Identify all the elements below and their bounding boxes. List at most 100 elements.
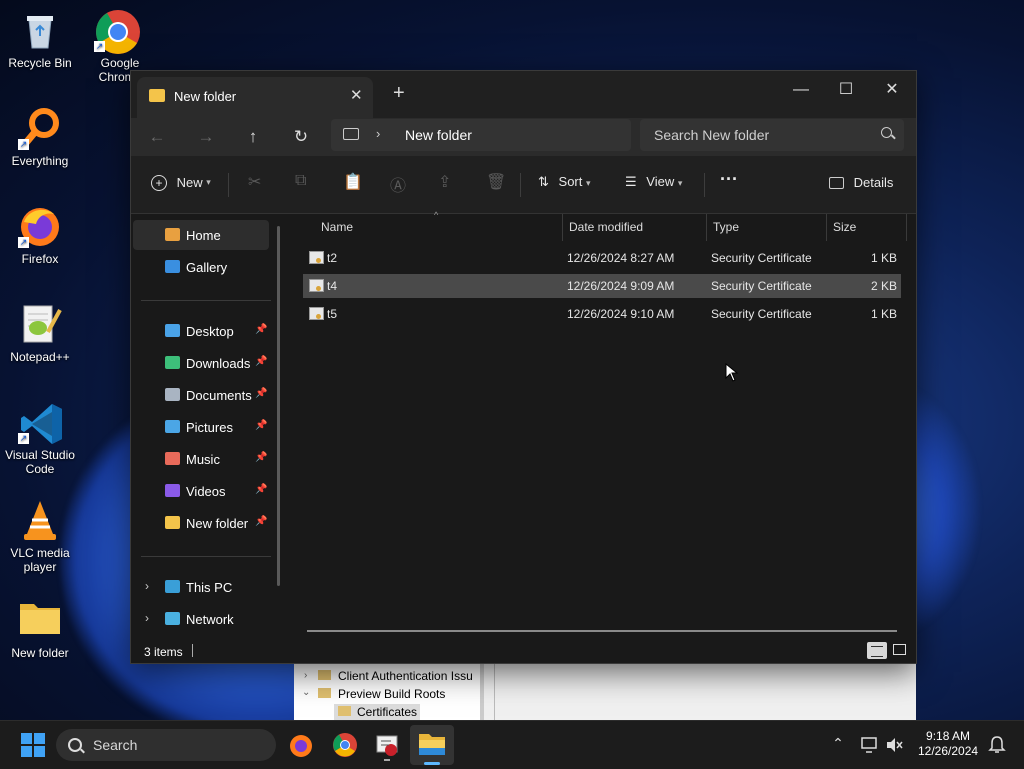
- start-button[interactable]: [17, 729, 49, 761]
- pin-icon[interactable]: 📌: [255, 484, 267, 495]
- forward-button[interactable]: →: [192, 124, 220, 150]
- chevron-right-icon[interactable]: ›: [376, 126, 380, 141]
- show-hidden-icons-button[interactable]: ⌃: [828, 735, 848, 755]
- desktop-icon-everything[interactable]: ↗ Everything: [0, 106, 80, 168]
- address-bar[interactable]: › New folder: [331, 119, 631, 151]
- pin-icon[interactable]: 📌: [255, 356, 267, 367]
- pin-icon[interactable]: 📌: [255, 516, 267, 527]
- pin-icon[interactable]: 📌: [255, 452, 267, 463]
- pin-icon[interactable]: 📌: [255, 388, 267, 399]
- file-row[interactable]: t5 12/26/2024 9:10 AM Security Certificate…: [303, 302, 901, 326]
- recycle-bin-icon: [18, 8, 62, 52]
- chevron-right-icon[interactable]: ›: [304, 670, 307, 681]
- sidebar-item-quick-access[interactable]: Music 📌: [133, 444, 269, 474]
- search-box[interactable]: Search New folder: [640, 119, 904, 151]
- certificate-file-icon: [309, 307, 324, 320]
- taskbar-search[interactable]: Search: [56, 729, 276, 761]
- sidebar-item-quick-access[interactable]: Pictures 📌: [133, 412, 269, 442]
- sidebar-item-home[interactable]: Home: [133, 220, 269, 250]
- sort-button[interactable]: ⇅ Sort ▾: [538, 174, 591, 190]
- desktop-icon-label: Everything: [11, 154, 69, 168]
- details-button[interactable]: Details: [829, 174, 893, 190]
- sidebar-item-network[interactable]: › Network: [133, 604, 269, 634]
- taskbar-firefox[interactable]: [285, 729, 317, 761]
- sidebar-item-label: New folder: [186, 516, 249, 531]
- pin-icon[interactable]: 📌: [255, 324, 267, 335]
- notifications-button[interactable]: [988, 735, 1006, 755]
- sidebar-scrollbar[interactable]: [277, 226, 280, 586]
- share-icon[interactable]: ⇪: [438, 172, 451, 192]
- sort-label: Sort: [558, 174, 583, 189]
- sidebar-item-quick-access[interactable]: Downloads 📌: [133, 348, 269, 378]
- delete-icon[interactable]: 🗑: [486, 172, 506, 192]
- up-button[interactable]: ↑: [239, 124, 267, 150]
- desktop-icon-recycle-bin[interactable]: Recycle Bin: [0, 8, 80, 70]
- column-divider[interactable]: [906, 214, 907, 241]
- column-header-name[interactable]: Name: [321, 220, 353, 234]
- tree-item[interactable]: Certificates: [357, 705, 417, 719]
- column-header-date[interactable]: Date modified: [569, 220, 643, 234]
- tab-new-folder[interactable]: New folder ✕: [137, 77, 373, 118]
- back-button[interactable]: ←: [143, 124, 171, 150]
- sidebar-item-quick-access[interactable]: Documents 📌: [133, 380, 269, 410]
- file-date: 12/26/2024 9:09 AM: [567, 279, 675, 293]
- computer-icon: [343, 128, 359, 140]
- sidebar-item-label: Pictures: [186, 420, 233, 435]
- details-view-icon: [871, 646, 883, 657]
- maximize-button[interactable]: ☐: [823, 75, 869, 105]
- column-header-type[interactable]: Type: [713, 220, 739, 234]
- tiles-view-button[interactable]: [891, 642, 907, 657]
- sidebar-item-quick-access[interactable]: New folder 📌: [133, 508, 269, 538]
- splitter[interactable]: [480, 662, 484, 720]
- breadcrumb[interactable]: New folder: [405, 127, 472, 143]
- chevron-down-icon[interactable]: ⌄: [302, 687, 310, 698]
- status-bar: 3 items: [131, 639, 916, 663]
- taskbar-certificate-manager[interactable]: [371, 729, 403, 761]
- more-options-button[interactable]: ···: [720, 169, 738, 190]
- close-window-button[interactable]: ✕: [869, 75, 915, 105]
- file-row[interactable]: t2 12/26/2024 8:27 AM Security Certificate…: [303, 246, 901, 270]
- close-tab-button[interactable]: ✕: [350, 86, 363, 104]
- view-button[interactable]: ☰ View ▾: [625, 174, 682, 190]
- volume-muted-icon: [887, 738, 903, 752]
- chevron-down-icon: ▾: [586, 178, 591, 188]
- taskbar-file-explorer[interactable]: [410, 725, 454, 765]
- desktop-icon-label: Firefox: [21, 252, 59, 266]
- desktop-icon-notepadpp[interactable]: Notepad++: [0, 302, 80, 364]
- column-divider[interactable]: [562, 214, 563, 241]
- horizontal-scrollbar[interactable]: [307, 630, 897, 632]
- column-header-size[interactable]: Size: [833, 220, 856, 234]
- details-view-button[interactable]: [867, 642, 887, 659]
- minimize-button[interactable]: —: [778, 75, 824, 105]
- volume-tray-button[interactable]: [884, 735, 904, 755]
- network-tray-button[interactable]: [860, 735, 880, 755]
- desktop-icon-firefox[interactable]: ↗ Firefox: [0, 204, 80, 266]
- sidebar-item-quick-access[interactable]: Videos 📌: [133, 476, 269, 506]
- column-divider[interactable]: [706, 214, 707, 241]
- copy-icon[interactable]: ⧉: [295, 172, 306, 190]
- rename-icon[interactable]: Ⓐ: [390, 172, 406, 196]
- tree-item[interactable]: Client Authentication Issu: [338, 669, 473, 683]
- search-icon: [881, 127, 892, 138]
- column-divider[interactable]: [826, 214, 827, 241]
- chevron-right-icon[interactable]: ›: [145, 579, 149, 593]
- refresh-button[interactable]: ↻: [287, 124, 315, 150]
- shortcut-arrow-icon: ↗: [94, 41, 105, 52]
- sidebar-item-this-pc[interactable]: › This PC: [133, 572, 269, 602]
- new-button[interactable]: + New ▾: [151, 174, 211, 191]
- sidebar-item-gallery[interactable]: Gallery: [133, 252, 269, 282]
- chevron-right-icon[interactable]: ›: [145, 611, 149, 625]
- desktop-icon-vlc[interactable]: VLC media player: [0, 498, 80, 574]
- new-tab-button[interactable]: +: [393, 82, 405, 105]
- folder-icon: [165, 324, 180, 337]
- desktop-icon-vscode[interactable]: ↗ Visual Studio Code: [0, 400, 80, 476]
- tree-item[interactable]: Preview Build Roots: [338, 687, 445, 701]
- file-row[interactable]: t4 12/26/2024 9:09 AM Security Certificate…: [303, 274, 901, 298]
- paste-icon[interactable]: 📋: [343, 172, 363, 192]
- cut-icon[interactable]: ✂: [248, 172, 261, 192]
- taskbar-clock[interactable]: 9:18 AM 12/26/2024: [918, 729, 978, 759]
- pin-icon[interactable]: 📌: [255, 420, 267, 431]
- desktop-icon-new-folder[interactable]: New folder: [0, 598, 80, 660]
- sidebar-item-quick-access[interactable]: Desktop 📌: [133, 316, 269, 346]
- taskbar-chrome[interactable]: [329, 729, 361, 761]
